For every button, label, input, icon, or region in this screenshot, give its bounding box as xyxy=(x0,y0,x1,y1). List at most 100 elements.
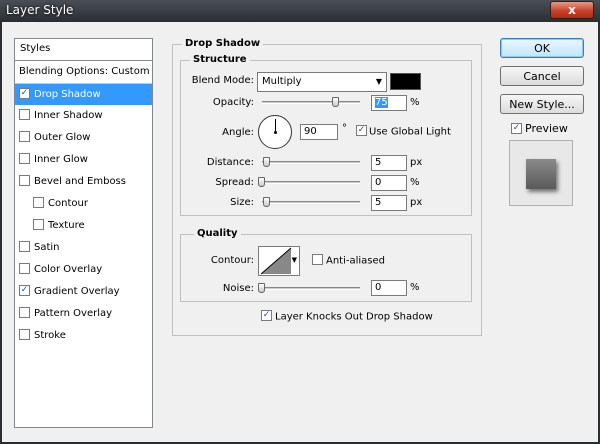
styles-item-checkbox[interactable] xyxy=(19,284,30,296)
size-slider-thumb[interactable] xyxy=(263,197,270,207)
blend-mode-select[interactable]: Multiply ▼ xyxy=(257,72,387,92)
styles-item-label: Outer Glow xyxy=(34,132,91,143)
styles-item-inner-glow[interactable]: Inner Glow xyxy=(15,149,152,171)
styles-item-label: Inner Glow xyxy=(34,154,88,165)
preview-swatch xyxy=(526,159,556,189)
styles-item-checkbox[interactable] xyxy=(19,240,30,252)
opacity-input[interactable]: 75 xyxy=(371,95,407,111)
styles-item-label: Stroke xyxy=(34,330,66,341)
styles-item-checkbox[interactable] xyxy=(19,87,30,99)
knockout-label: Layer Knocks Out Drop Shadow xyxy=(275,311,433,323)
angle-dial[interactable] xyxy=(258,115,292,149)
styles-item-label: Gradient Overlay xyxy=(34,286,120,297)
use-global-light-label: Use Global Light xyxy=(369,126,451,138)
size-input[interactable]: 5 xyxy=(371,195,407,211)
styles-item-bevel-and-emboss[interactable]: Bevel and Emboss xyxy=(15,171,152,193)
use-global-light-box[interactable] xyxy=(356,125,367,136)
styles-item-checkbox[interactable] xyxy=(33,196,44,208)
styles-item-gradient-overlay[interactable]: Gradient Overlay xyxy=(15,281,152,303)
close-button[interactable]: x xyxy=(550,1,594,19)
styles-item-pattern-overlay[interactable]: Pattern Overlay xyxy=(15,303,152,325)
blend-mode-label: Blend Mode: xyxy=(191,75,254,86)
noise-slider-track[interactable] xyxy=(262,287,360,290)
spread-label: Spread: xyxy=(215,177,254,188)
ok-button[interactable]: OK xyxy=(500,38,584,58)
styles-item-label: Satin xyxy=(34,242,60,253)
preview-thumbnail xyxy=(509,140,573,206)
spread-input[interactable]: 0 xyxy=(371,175,407,191)
angle-input[interactable]: 90 xyxy=(300,124,338,140)
anti-aliased-label: Anti-aliased xyxy=(326,255,386,267)
drop-shadow-title: Drop Shadow xyxy=(182,38,264,49)
distance-slider-thumb[interactable] xyxy=(263,157,270,167)
preview-label: Preview xyxy=(525,122,568,135)
preview-checkbox[interactable]: Preview xyxy=(511,122,568,135)
spread-unit: % xyxy=(410,177,420,188)
spread-slider-track[interactable] xyxy=(262,181,360,184)
styles-item-color-overlay[interactable]: Color Overlay xyxy=(15,259,152,281)
title-bar: Layer Style x xyxy=(0,0,600,22)
knockout-box[interactable] xyxy=(261,310,272,321)
styles-item-checkbox[interactable] xyxy=(19,152,30,164)
styles-list: Styles Blending Options: Custom Drop Shad… xyxy=(14,38,153,428)
distance-label: Distance: xyxy=(206,157,254,168)
spread-value: 0 xyxy=(375,177,382,188)
styles-item-checkbox[interactable] xyxy=(19,262,30,274)
use-global-light-checkbox[interactable]: Use Global Light xyxy=(356,125,451,138)
styles-item-checkbox[interactable] xyxy=(19,130,30,142)
contour-dropdown-icon[interactable]: ▼ xyxy=(292,256,297,264)
opacity-value: 75 xyxy=(375,97,388,108)
styles-item-label: Blending Options: Custom xyxy=(19,66,150,77)
opacity-slider-thumb[interactable] xyxy=(332,97,339,107)
styles-item-label: Bevel and Emboss xyxy=(34,176,126,187)
close-icon: x xyxy=(568,3,576,17)
cancel-button[interactable]: Cancel xyxy=(500,66,584,86)
styles-item-blending-options-custom[interactable]: Blending Options: Custom xyxy=(15,61,152,83)
contour-picker[interactable]: ▼ xyxy=(258,246,300,276)
opacity-slider-track[interactable] xyxy=(262,101,360,104)
shadow-color-swatch[interactable] xyxy=(390,73,421,90)
distance-slider-track[interactable] xyxy=(262,161,360,164)
styles-item-inner-shadow[interactable]: Inner Shadow xyxy=(15,105,152,127)
styles-item-contour[interactable]: Contour xyxy=(15,193,152,215)
spread-slider-thumb[interactable] xyxy=(258,177,265,187)
preview-box[interactable] xyxy=(511,122,522,134)
styles-item-texture[interactable]: Texture xyxy=(15,215,152,237)
styles-item-label: Pattern Overlay xyxy=(34,308,113,319)
window-title: Layer Style xyxy=(6,3,74,17)
noise-input[interactable]: 0 xyxy=(371,280,407,296)
new-style-button[interactable]: New Style... xyxy=(500,94,584,114)
knockout-checkbox[interactable]: Layer Knocks Out Drop Shadow xyxy=(261,310,433,323)
size-slider-track[interactable] xyxy=(262,201,360,204)
distance-input[interactable]: 5 xyxy=(371,155,407,171)
quality-title: Quality xyxy=(194,228,241,239)
styles-item-checkbox[interactable] xyxy=(19,108,30,120)
distance-value: 5 xyxy=(375,157,382,168)
styles-header[interactable]: Styles xyxy=(15,39,152,61)
styles-item-checkbox[interactable] xyxy=(19,306,30,318)
styles-item-outer-glow[interactable]: Outer Glow xyxy=(15,127,152,149)
noise-label: Noise: xyxy=(222,283,254,294)
styles-item-label: Inner Shadow xyxy=(34,110,103,121)
styles-item-checkbox[interactable] xyxy=(33,218,44,230)
styles-item-drop-shadow[interactable]: Drop Shadow xyxy=(15,83,152,105)
styles-item-checkbox[interactable] xyxy=(19,328,30,340)
styles-item-checkbox[interactable] xyxy=(19,174,30,186)
size-label: Size: xyxy=(230,197,254,208)
angle-unit: ° xyxy=(342,123,347,134)
angle-center xyxy=(274,131,277,134)
noise-slider-thumb[interactable] xyxy=(258,283,265,293)
opacity-label: Opacity: xyxy=(212,97,254,108)
distance-unit: px xyxy=(410,157,423,168)
blend-mode-value: Multiply xyxy=(262,76,302,87)
styles-item-satin[interactable]: Satin xyxy=(15,237,152,259)
anti-aliased-box[interactable] xyxy=(312,254,323,265)
noise-unit: % xyxy=(410,282,420,293)
styles-item-label: Contour xyxy=(48,198,88,209)
anti-aliased-checkbox[interactable]: Anti-aliased xyxy=(312,254,386,267)
dialog-client: Styles Blending Options: Custom Drop Shad… xyxy=(2,22,598,442)
styles-item-label: Color Overlay xyxy=(34,264,103,275)
angle-value: 90 xyxy=(304,126,317,137)
size-value: 5 xyxy=(375,197,382,208)
styles-item-stroke[interactable]: Stroke xyxy=(15,325,152,347)
